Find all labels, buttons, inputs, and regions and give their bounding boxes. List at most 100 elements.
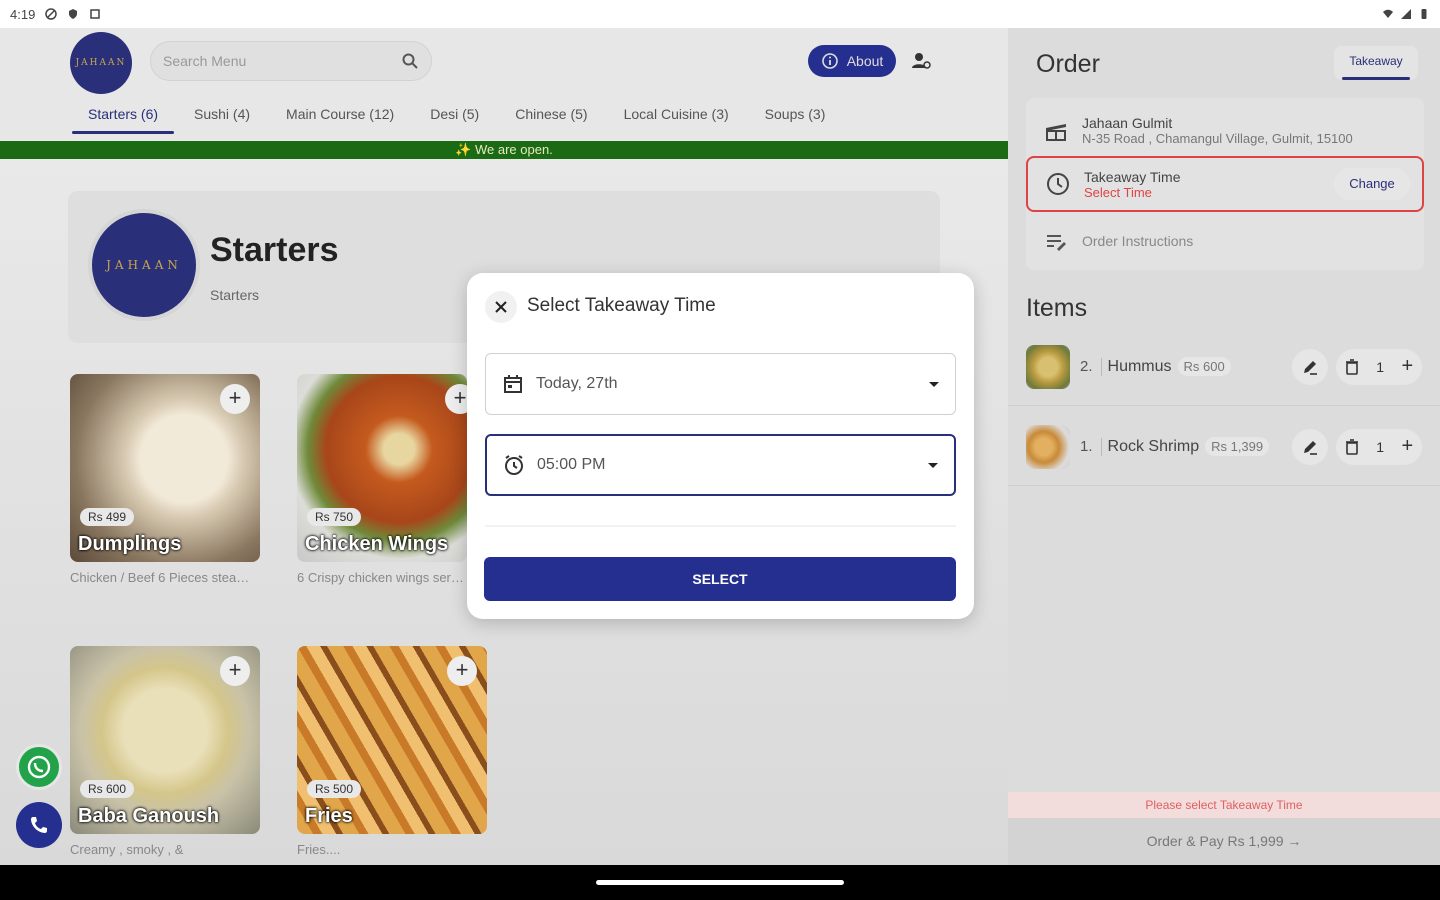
item-name: Hummus xyxy=(1100,357,1172,376)
date-select[interactable]: Today, 27th xyxy=(485,353,956,415)
calendar-icon xyxy=(504,375,522,393)
menu-item-chicken-wings[interactable]: + Rs 750 Chicken Wings 6 Crispy chicken … xyxy=(297,374,487,588)
delete-icon[interactable] xyxy=(1345,438,1359,455)
system-nav-bar xyxy=(0,865,1440,900)
tab-main-course[interactable]: Main Course (12) xyxy=(268,102,412,134)
battery-icon xyxy=(1421,9,1427,19)
branch-name: Jahaan Gulmit xyxy=(1082,114,1173,131)
store-icon xyxy=(1046,124,1066,141)
chevron-down-icon xyxy=(928,462,938,468)
select-time-dialog: Select Takeaway Time Today, 27th 05:00 P… xyxy=(467,273,974,619)
increase-quantity-icon[interactable]: + xyxy=(1402,355,1414,378)
notes-edit-icon xyxy=(1047,235,1066,251)
menu-item-baba-ganoush[interactable]: + Rs 600 Baba Ganoush Creamy , smoky , & xyxy=(70,646,260,860)
restaurant-logo[interactable]: JAHAAN xyxy=(70,32,132,94)
category-subtitle: Starters xyxy=(210,287,260,303)
item-quantity: 2. xyxy=(1080,358,1093,375)
close-icon xyxy=(495,301,507,313)
hummus-thumbnail xyxy=(1026,344,1070,389)
item-price: Rs 600 xyxy=(80,780,135,798)
chevron-down-icon xyxy=(929,381,939,387)
tab-soups[interactable]: Soups (3) xyxy=(747,102,844,134)
add-item-icon[interactable]: + xyxy=(447,656,477,686)
info-icon xyxy=(821,53,838,69)
category-logo: JAHAAN xyxy=(88,209,200,321)
item-count: 1 xyxy=(1376,438,1385,455)
category-title: Starters xyxy=(210,231,339,269)
takeaway-time-row[interactable]: Takeaway Time Select Time Change xyxy=(1026,156,1424,212)
tab-desi[interactable]: Desi (5) xyxy=(412,102,497,134)
item-name: Rock Shrimp xyxy=(1100,437,1199,456)
edit-item-button[interactable] xyxy=(1292,428,1328,465)
item-price: Rs 499 xyxy=(80,508,135,526)
category-tabs: Starters (6) Sushi (4) Main Course (12) … xyxy=(70,102,843,134)
item-price: Rs 500 xyxy=(307,780,362,798)
item-price: Rs 600 xyxy=(1177,357,1231,376)
order-pay-button[interactable]: Order & Pay Rs 1,999 → xyxy=(1008,818,1440,865)
divider xyxy=(485,525,956,527)
whatsapp-button[interactable] xyxy=(16,744,62,790)
arrow-right-icon: → xyxy=(1287,833,1302,849)
alarm-clock-icon xyxy=(505,455,523,475)
status-bar: 4:19 xyxy=(0,0,1440,28)
order-instructions-row[interactable]: Order Instructions xyxy=(1026,220,1424,262)
tab-sushi[interactable]: Sushi (4) xyxy=(176,102,268,134)
do-not-disturb-icon xyxy=(45,8,58,20)
item-name: Fries xyxy=(305,805,353,827)
about-button[interactable]: About xyxy=(808,45,896,77)
edit-icon xyxy=(1304,440,1317,455)
takeaway-time-value: Select Time xyxy=(1084,184,1152,200)
tab-starters[interactable]: Starters (6) xyxy=(70,102,176,134)
delete-icon[interactable] xyxy=(1345,358,1359,375)
order-info-box: Jahaan Gulmit N-35 Road , Chamangul Vill… xyxy=(1026,98,1424,270)
increase-quantity-icon[interactable]: + xyxy=(1402,435,1414,458)
items-title: Items xyxy=(1026,294,1088,322)
edit-icon xyxy=(1304,360,1317,375)
change-time-button[interactable]: Change xyxy=(1334,168,1410,200)
time-select[interactable]: 05:00 PM xyxy=(485,434,956,496)
branch-address: N-35 Road , Chamangul Village, Gulmit, 1… xyxy=(1082,130,1353,146)
tab-takeaway[interactable]: Takeaway xyxy=(1334,46,1418,80)
item-name: Chicken Wings xyxy=(305,533,449,555)
tab-chinese[interactable]: Chinese (5) xyxy=(497,102,605,134)
close-button[interactable] xyxy=(485,291,517,323)
add-item-icon[interactable]: + xyxy=(445,384,467,414)
search-placeholder: Search Menu xyxy=(163,53,247,69)
whatsapp-icon xyxy=(27,755,51,779)
search-icon[interactable] xyxy=(401,52,419,70)
select-button[interactable]: SELECT xyxy=(484,557,956,601)
add-item-icon[interactable]: + xyxy=(220,384,250,414)
order-item-rock-shrimp: 1. Rock Shrimp Rs 1,399 1 + xyxy=(1008,408,1440,486)
item-description: Chicken / Beef 6 Pieces steamed served w… xyxy=(70,570,260,585)
item-description: 6 Crispy chicken wings served with a spi… xyxy=(297,570,467,585)
wifi-icon xyxy=(1383,9,1393,18)
item-name: Dumplings xyxy=(78,533,182,555)
order-title: Order xyxy=(1036,50,1100,78)
dumplings-image: + Rs 499 Dumplings xyxy=(70,374,260,562)
menu-header: JAHAAN Search Menu About Starters (6) Su… xyxy=(0,28,1008,159)
quantity-stepper[interactable]: 1 + xyxy=(1336,348,1422,385)
tab-local-cuisine[interactable]: Local Cuisine (3) xyxy=(606,102,747,134)
status-time: 4:19 xyxy=(10,6,36,22)
item-name: Baba Ganoush xyxy=(78,805,220,827)
order-item-hummus: 2. Hummus Rs 600 1 + xyxy=(1008,328,1440,406)
home-gesture-handle[interactable] xyxy=(596,880,844,885)
order-instructions-label: Order Instructions xyxy=(1082,233,1194,249)
call-button[interactable] xyxy=(16,802,62,848)
time-value: 05:00 PM xyxy=(537,456,606,473)
about-label: About xyxy=(846,53,884,69)
quantity-stepper[interactable]: 1 + xyxy=(1336,428,1422,465)
menu-item-fries[interactable]: + Rs 500 Fries Fries.... xyxy=(297,646,487,860)
shield-icon xyxy=(69,9,78,19)
logo-text: JAHAAN xyxy=(75,58,127,68)
edit-item-button[interactable] xyxy=(1292,348,1328,385)
screenshot-icon xyxy=(90,9,101,19)
item-description: Fries.... xyxy=(297,842,341,857)
add-item-icon[interactable]: + xyxy=(220,656,250,686)
clock-icon xyxy=(1047,173,1069,195)
search-input[interactable]: Search Menu xyxy=(150,41,432,81)
signal-icon xyxy=(1401,9,1411,19)
baba-ganoush-image: + Rs 600 Baba Ganoush xyxy=(70,646,260,834)
menu-item-dumplings[interactable]: + Rs 499 Dumplings Chicken / Beef 6 Piec… xyxy=(70,374,260,588)
user-settings-icon[interactable] xyxy=(910,50,932,72)
